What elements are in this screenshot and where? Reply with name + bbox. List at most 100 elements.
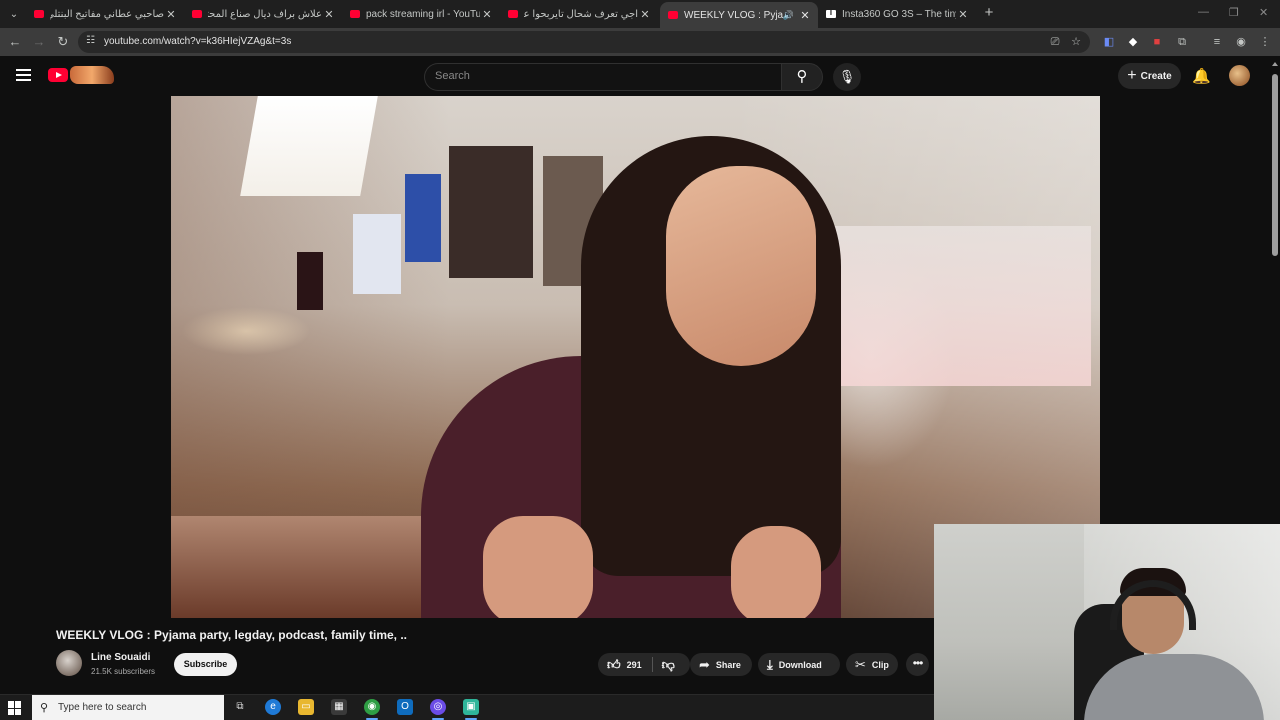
minimize-icon[interactable]: — — [1198, 6, 1209, 18]
url-text: youtube.com/watch?v=k36HIejVZAg&t=3s — [104, 36, 292, 47]
like-count[interactable]: 291 — [627, 660, 642, 670]
pastry-shelf — [831, 226, 1091, 386]
browser-toolbar: ← → ↻ ☷ youtube.com/watch?v=k36HIejVZAg&… — [0, 28, 1280, 56]
extension-diamond-icon[interactable]: ◆ — [1126, 35, 1140, 49]
tab-close-icon[interactable]: ✕ — [798, 9, 812, 22]
forward-arrow-icon[interactable]: → — [31, 34, 47, 50]
tab-close-icon[interactable]: ✕ — [956, 8, 970, 21]
create-label: Create — [1140, 70, 1172, 82]
channel-name[interactable]: Line Souaidi — [91, 652, 150, 663]
youtube-doodle-logo[interactable] — [70, 66, 114, 84]
download-icon: ⤓ — [767, 656, 773, 672]
share-button[interactable]: ➦ Share — [690, 653, 752, 676]
voice-search-button[interactable]: 🎙 — [833, 63, 861, 91]
file-explorer-icon[interactable]: ▭ — [298, 699, 314, 715]
browser-tab[interactable]: صاحبي عطاني مفاتيح البنتلي ديالو ✕ — [26, 3, 184, 25]
tab-title: اجي تعرف شحال تايربحوا على ظهر — [524, 8, 638, 20]
tab-title: Insta360 GO 3S – The tiny mighty — [842, 8, 956, 20]
youtube-favicon-icon — [192, 10, 202, 18]
messenger-app-icon[interactable]: ◎ — [430, 699, 446, 720]
browser-tab[interactable]: اجي تعرف شحال تايربحوا على ظهر ✕ — [500, 3, 658, 25]
taskbar-search-input[interactable]: ⚲ Type here to search — [32, 695, 224, 720]
windows-taskbar: ⚲ Type here to search ⧉ e ▭ ▦ ◉ O ◎ ▣ — [0, 694, 934, 720]
browser-tab-strip: ⌄ صاحبي عطاني مفاتيح البنتلي ديالو ✕ علا… — [0, 0, 1280, 28]
search-button[interactable]: ⚲ — [781, 63, 823, 91]
youtube-favicon-icon — [350, 10, 360, 18]
tab-title: WEEKLY VLOG : Pyjama party — [684, 9, 783, 21]
microphone-icon: 🎙 — [838, 69, 856, 84]
tab-close-icon[interactable]: ✕ — [480, 8, 494, 21]
site-settings-icon[interactable]: ☷ — [86, 35, 95, 46]
tab-title: علاش براف ديال صناع المحتوى كا — [208, 8, 322, 20]
window-close-icon[interactable]: ✕ — [1259, 6, 1268, 19]
extension-red-icon[interactable]: ■ — [1150, 35, 1164, 49]
youtube-favicon-icon — [34, 10, 44, 18]
taskbar-search-placeholder: Type here to search — [58, 702, 147, 713]
search-placeholder: Search — [435, 70, 470, 82]
extensions-puzzle-icon[interactable]: ⧉ — [1175, 35, 1189, 49]
webcam-overlay — [934, 524, 1280, 720]
video-title: WEEKLY VLOG : Pyjama party, legday, podc… — [56, 628, 407, 642]
search-icon: ⚲ — [40, 702, 49, 714]
channel-avatar[interactable] — [56, 650, 82, 676]
outlook-icon[interactable]: O — [397, 699, 413, 715]
bookmark-star-icon[interactable]: ☆ — [1069, 35, 1083, 49]
subscriber-count: 21.5K subscribers — [91, 667, 156, 676]
notifications-bell-icon[interactable]: 🔔 — [1192, 67, 1211, 85]
thumbs-down-icon[interactable]: 👎︎ — [662, 657, 675, 673]
insta360-favicon-icon: I — [826, 10, 836, 18]
media-control-icon[interactable]: ≡ — [1210, 35, 1224, 49]
stream-app-icon[interactable]: ▣ — [463, 699, 479, 720]
youtube-logo-icon[interactable] — [48, 68, 68, 82]
create-button[interactable]: + Create — [1118, 63, 1181, 89]
task-view-icon[interactable]: ⧉ — [232, 699, 248, 715]
windows-start-icon[interactable] — [8, 701, 22, 715]
microsoft-store-icon[interactable]: ▦ — [331, 699, 347, 715]
thumbs-up-icon[interactable]: 👍︎ — [607, 657, 621, 673]
download-label: Download — [778, 659, 822, 670]
tab-search-chevron-icon[interactable]: ⌄ — [4, 4, 24, 24]
download-button[interactable]: ⤓ Download — [758, 653, 840, 676]
reload-icon[interactable]: ↻ — [55, 34, 71, 50]
browser-tab[interactable]: pack streaming irl - YouTube ✕ — [342, 3, 500, 25]
edge-browser-icon[interactable]: e — [265, 699, 281, 715]
ceiling-light — [240, 96, 378, 196]
scissors-icon: ✂ — [855, 656, 866, 672]
translate-extension-icon[interactable]: ◧ — [1102, 35, 1116, 49]
like-dislike-group: 👍︎ 291 👎︎ — [598, 653, 690, 676]
clip-button[interactable]: ✂ Clip — [846, 653, 898, 676]
back-arrow-icon[interactable]: ← — [7, 34, 23, 50]
scrollbar-thumb[interactable] — [1272, 74, 1278, 256]
clip-label: Clip — [871, 659, 889, 670]
chrome-browser-icon[interactable]: ◉ — [364, 699, 380, 720]
tab-close-icon[interactable]: ✕ — [164, 8, 178, 21]
youtube-favicon-icon — [668, 11, 678, 19]
person-face — [666, 166, 816, 366]
cast-icon[interactable]: ⎚ — [1048, 35, 1062, 49]
browser-tab[interactable]: علاش براف ديال صناع المحتوى كا ✕ — [184, 3, 342, 25]
audio-playing-icon[interactable]: 🔊 — [783, 10, 794, 21]
browser-menu-icon[interactable]: ⋮ — [1258, 35, 1272, 49]
browser-tab-active[interactable]: WEEKLY VLOG : Pyjama party 🔊 ✕ — [660, 2, 818, 28]
hamburger-menu-icon[interactable] — [16, 69, 31, 81]
tab-close-icon[interactable]: ✕ — [322, 8, 336, 21]
account-avatar[interactable] — [1229, 65, 1250, 86]
maximize-icon[interactable]: ❐ — [1229, 6, 1239, 19]
address-bar[interactable]: ☷ youtube.com/watch?v=k36HIejVZAg&t=3s — [78, 31, 1090, 53]
more-actions-icon[interactable]: ••• — [906, 653, 929, 676]
share-arrow-icon: ➦ — [699, 656, 710, 672]
new-tab-plus-icon[interactable]: + — [980, 4, 998, 22]
subscribe-button[interactable]: Subscribe — [174, 653, 237, 676]
scroll-up-arrow-icon[interactable] — [1272, 62, 1278, 66]
search-icon: ⚲ — [796, 68, 808, 85]
tab-title: صاحبي عطاني مفاتيح البنتلي ديالو — [50, 8, 164, 20]
youtube-favicon-icon — [508, 10, 518, 18]
browser-tab[interactable]: I Insta360 GO 3S – The tiny mighty ✕ — [818, 3, 976, 25]
share-label: Share — [715, 659, 741, 670]
search-input[interactable]: Search — [424, 63, 781, 91]
profile-icon[interactable]: ◉ — [1234, 35, 1248, 49]
tab-close-icon[interactable]: ✕ — [638, 8, 652, 21]
plus-icon: + — [1127, 67, 1137, 84]
tab-title: pack streaming irl - YouTube — [366, 8, 480, 20]
youtube-masthead: Search ⚲ 🎙 + Create 🔔 — [0, 56, 1270, 96]
